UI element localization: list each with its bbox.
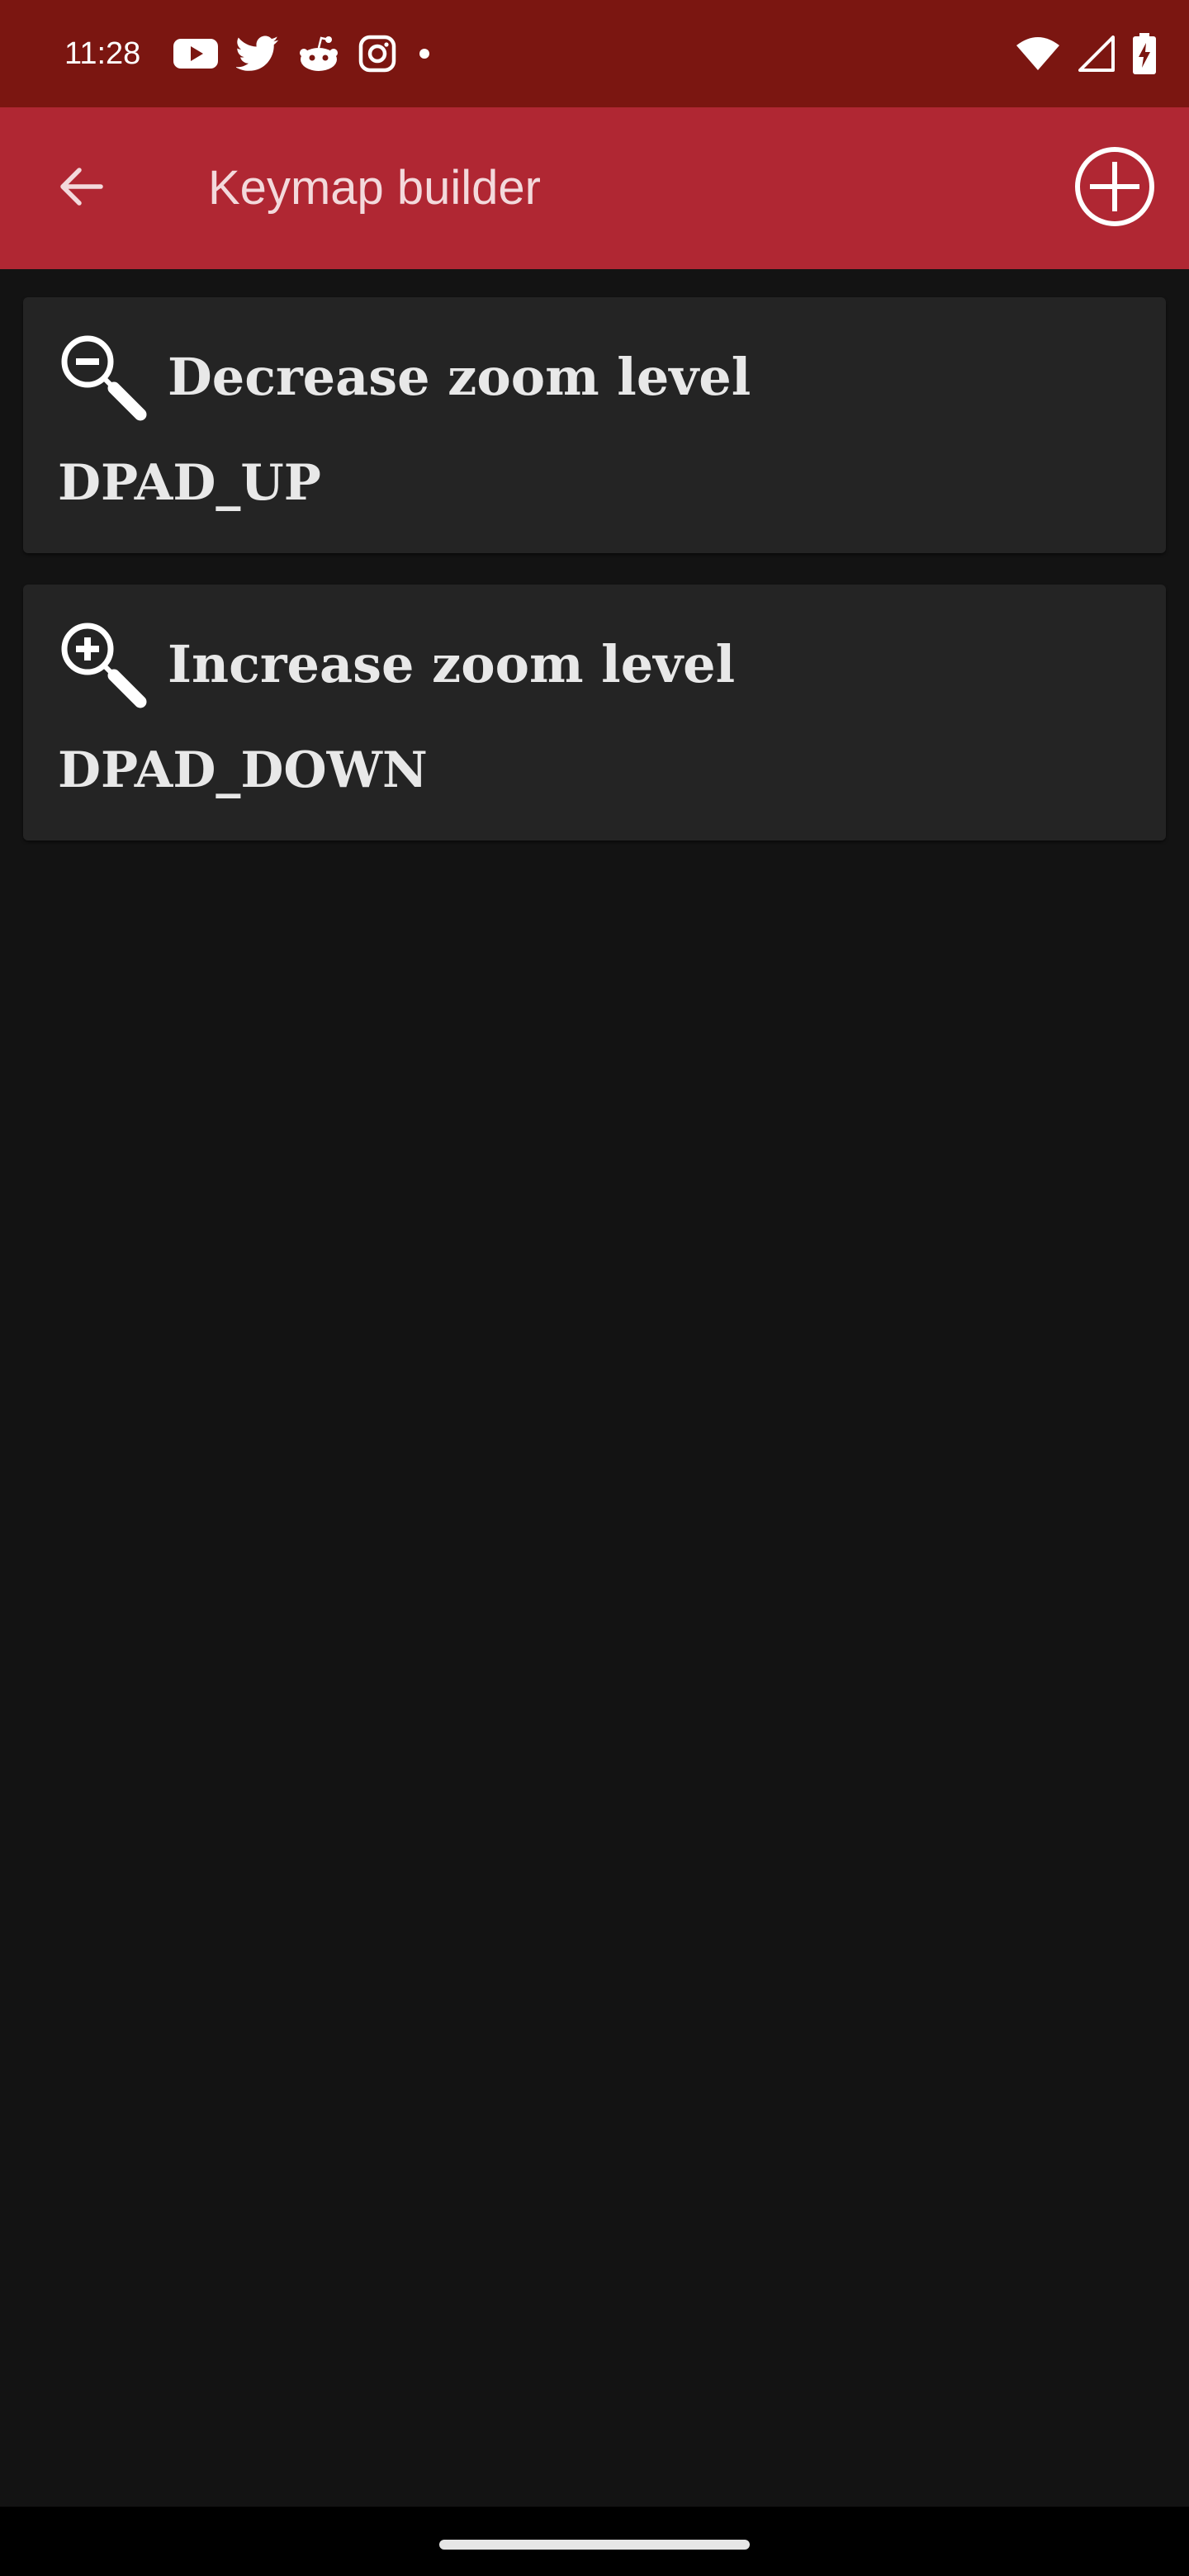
status-time: 11:28 xyxy=(64,36,141,71)
notification-icons xyxy=(173,31,452,76)
twitter-icon xyxy=(236,36,279,72)
keymap-item-increase-zoom[interactable]: Increase zoom level DPAD_DOWN xyxy=(23,585,1166,841)
keymap-key-label: DPAD_DOWN xyxy=(58,741,428,799)
reddit-icon xyxy=(297,35,340,73)
cell-signal-icon xyxy=(1078,36,1115,72)
wifi-icon xyxy=(1016,36,1060,72)
keymap-action-label: Increase zoom level xyxy=(168,634,736,694)
more-notifications-dot-icon xyxy=(414,44,434,64)
system-icons xyxy=(997,31,1156,76)
keymap-list: Decrease zoom level DPAD_UP Increase zoo… xyxy=(23,297,1166,872)
add-circle-icon xyxy=(1073,145,1156,231)
navigation-bar xyxy=(0,2507,1189,2576)
keymap-item-decrease-zoom[interactable]: Decrease zoom level DPAD_UP xyxy=(23,297,1166,553)
zoom-out-icon xyxy=(58,332,149,423)
app-bar: Keymap builder xyxy=(0,107,1189,269)
arrow-left-icon xyxy=(54,160,107,216)
keymap-key-label: DPAD_UP xyxy=(58,454,321,512)
page-title: Keymap builder xyxy=(208,161,541,215)
battery-charging-icon xyxy=(1133,33,1156,74)
status-bar: 11:28 xyxy=(0,0,1189,107)
home-gesture-handle[interactable] xyxy=(439,2540,750,2550)
youtube-icon xyxy=(173,37,218,70)
add-keymap-button[interactable] xyxy=(1073,147,1156,230)
keymap-action-label: Decrease zoom level xyxy=(168,347,751,407)
back-button[interactable] xyxy=(41,149,121,228)
instagram-icon xyxy=(358,35,396,73)
zoom-in-icon xyxy=(58,619,149,710)
